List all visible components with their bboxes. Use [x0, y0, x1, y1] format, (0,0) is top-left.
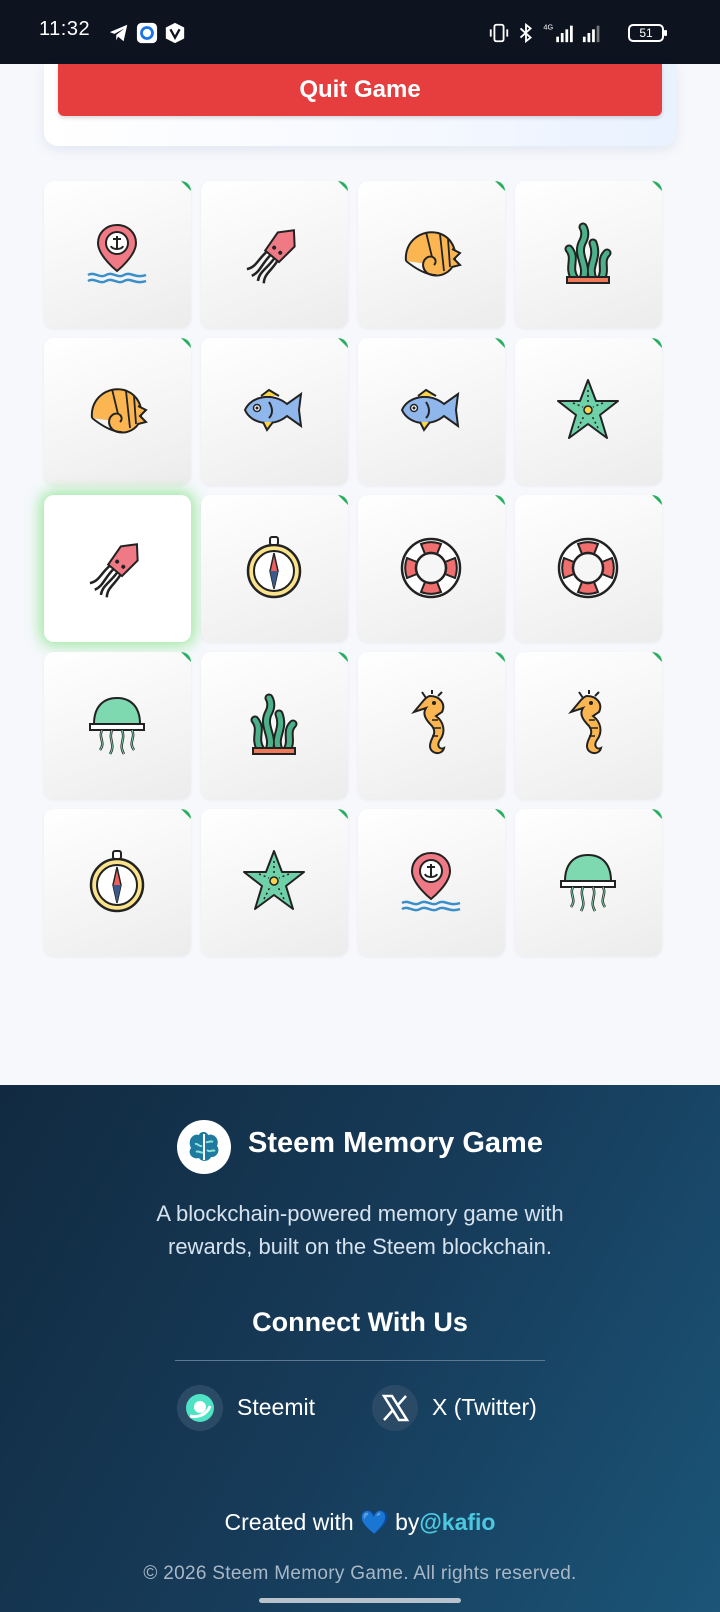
fish-icon [243, 388, 303, 432]
compass-icon [246, 536, 302, 599]
author-handle-link[interactable]: @kafio [419, 1509, 495, 1535]
matched-indicator [652, 809, 662, 819]
battery-icon: 51 [628, 24, 667, 42]
credit-line: Created with 💙 by@kafio [0, 1509, 720, 1536]
nautilus-shell-icon [90, 388, 148, 434]
copyright: © 2026 Steem Memory Game. All rights res… [143, 1563, 577, 1584]
seahorse-icon [410, 690, 446, 754]
matched-indicator [652, 338, 662, 348]
matched-indicator [181, 652, 191, 662]
matched-indicator [652, 181, 662, 191]
tagline-line-1: A blockchain-powered memory game with [156, 1201, 564, 1226]
matched-indicator [181, 338, 191, 348]
steemit-link[interactable]: Steemit [177, 1385, 327, 1431]
memory-card[interactable] [358, 809, 505, 956]
seaweed-icon [250, 693, 298, 755]
matched-indicator [338, 338, 348, 348]
memory-card[interactable] [201, 338, 348, 485]
steemit-label: Steemit [237, 1394, 315, 1420]
tagline: A blockchain-powered memory game with re… [80, 1197, 640, 1263]
vibrate-icon [489, 23, 509, 43]
memory-card[interactable] [358, 652, 505, 799]
brain-logo-icon [177, 1120, 231, 1174]
jellyfish-icon [560, 853, 616, 912]
credit-prefix: Created with [224, 1509, 354, 1535]
squid-icon [89, 543, 139, 598]
game-controls-panel: Quit Game [44, 64, 676, 146]
memory-card[interactable] [515, 495, 662, 642]
bluetooth-icon [519, 22, 532, 44]
memory-card[interactable] [201, 181, 348, 328]
signal-icon [582, 25, 600, 43]
matched-indicator [338, 495, 348, 505]
steemit-icon [177, 1385, 223, 1431]
matched-indicator [338, 652, 348, 662]
fish-icon [400, 388, 460, 432]
matched-indicator [338, 181, 348, 191]
heart-icon: 💙 [360, 1509, 389, 1535]
memory-card[interactable] [358, 338, 505, 485]
seaweed-icon [564, 222, 612, 284]
memory-card[interactable] [358, 181, 505, 328]
matched-indicator [495, 652, 505, 662]
anchor-pin-icon [87, 223, 147, 284]
quit-game-button[interactable]: Quit Game [58, 64, 662, 116]
memory-card[interactable] [44, 181, 191, 328]
memory-card[interactable] [201, 652, 348, 799]
matched-indicator [495, 338, 505, 348]
lifebuoy-icon [557, 537, 619, 599]
signal-4g-icon: 4G [543, 22, 573, 43]
matched-indicator [338, 809, 348, 819]
telegram-icon [109, 24, 128, 42]
status-bar: 11:32 4G 51 [0, 0, 720, 64]
matched-indicator [495, 181, 505, 191]
x-twitter-link[interactable]: X (Twitter) [372, 1385, 552, 1431]
lifebuoy-icon [400, 537, 462, 599]
divider [175, 1360, 545, 1361]
connect-title: Connect With Us [252, 1307, 468, 1337]
matched-indicator [652, 652, 662, 662]
starfish-icon [557, 379, 619, 439]
footer: Steem Memory Game A blockchain-powered m… [0, 1085, 720, 1612]
memory-card[interactable] [44, 652, 191, 799]
memory-card[interactable] [358, 495, 505, 642]
squid-icon [246, 229, 296, 284]
matched-indicator [181, 181, 191, 191]
status-time: 11:32 [39, 18, 91, 40]
matched-indicator [495, 809, 505, 819]
compass-icon [89, 850, 145, 913]
memory-card[interactable] [201, 495, 348, 642]
jellyfish-icon [89, 696, 145, 755]
brand-name: Steem Memory Game [248, 1127, 543, 1159]
gesture-home-bar[interactable] [259, 1598, 461, 1603]
tagline-line-2: rewards, built on the Steem blockchain. [168, 1234, 552, 1259]
memory-card[interactable] [515, 181, 662, 328]
memory-card[interactable] [201, 809, 348, 956]
memory-card[interactable] [44, 338, 191, 485]
memory-card[interactable] [44, 809, 191, 956]
svg-text:4G: 4G [543, 22, 553, 31]
credit-by: by [395, 1509, 420, 1535]
matched-indicator [652, 495, 662, 505]
matched-indicator [495, 495, 505, 505]
starfish-icon [243, 850, 305, 910]
anchor-pin-icon [401, 851, 461, 912]
memory-card[interactable] [515, 338, 662, 485]
matched-indicator [181, 809, 191, 819]
memory-card[interactable] [515, 809, 662, 956]
nautilus-shell-icon [404, 231, 462, 277]
memory-card[interactable] [44, 495, 191, 642]
x-twitter-icon [372, 1385, 418, 1431]
seahorse-icon [567, 690, 603, 754]
app-icon [136, 22, 158, 44]
memory-card[interactable] [515, 652, 662, 799]
x-twitter-label: X (Twitter) [432, 1394, 537, 1420]
vpn-icon [165, 22, 185, 44]
